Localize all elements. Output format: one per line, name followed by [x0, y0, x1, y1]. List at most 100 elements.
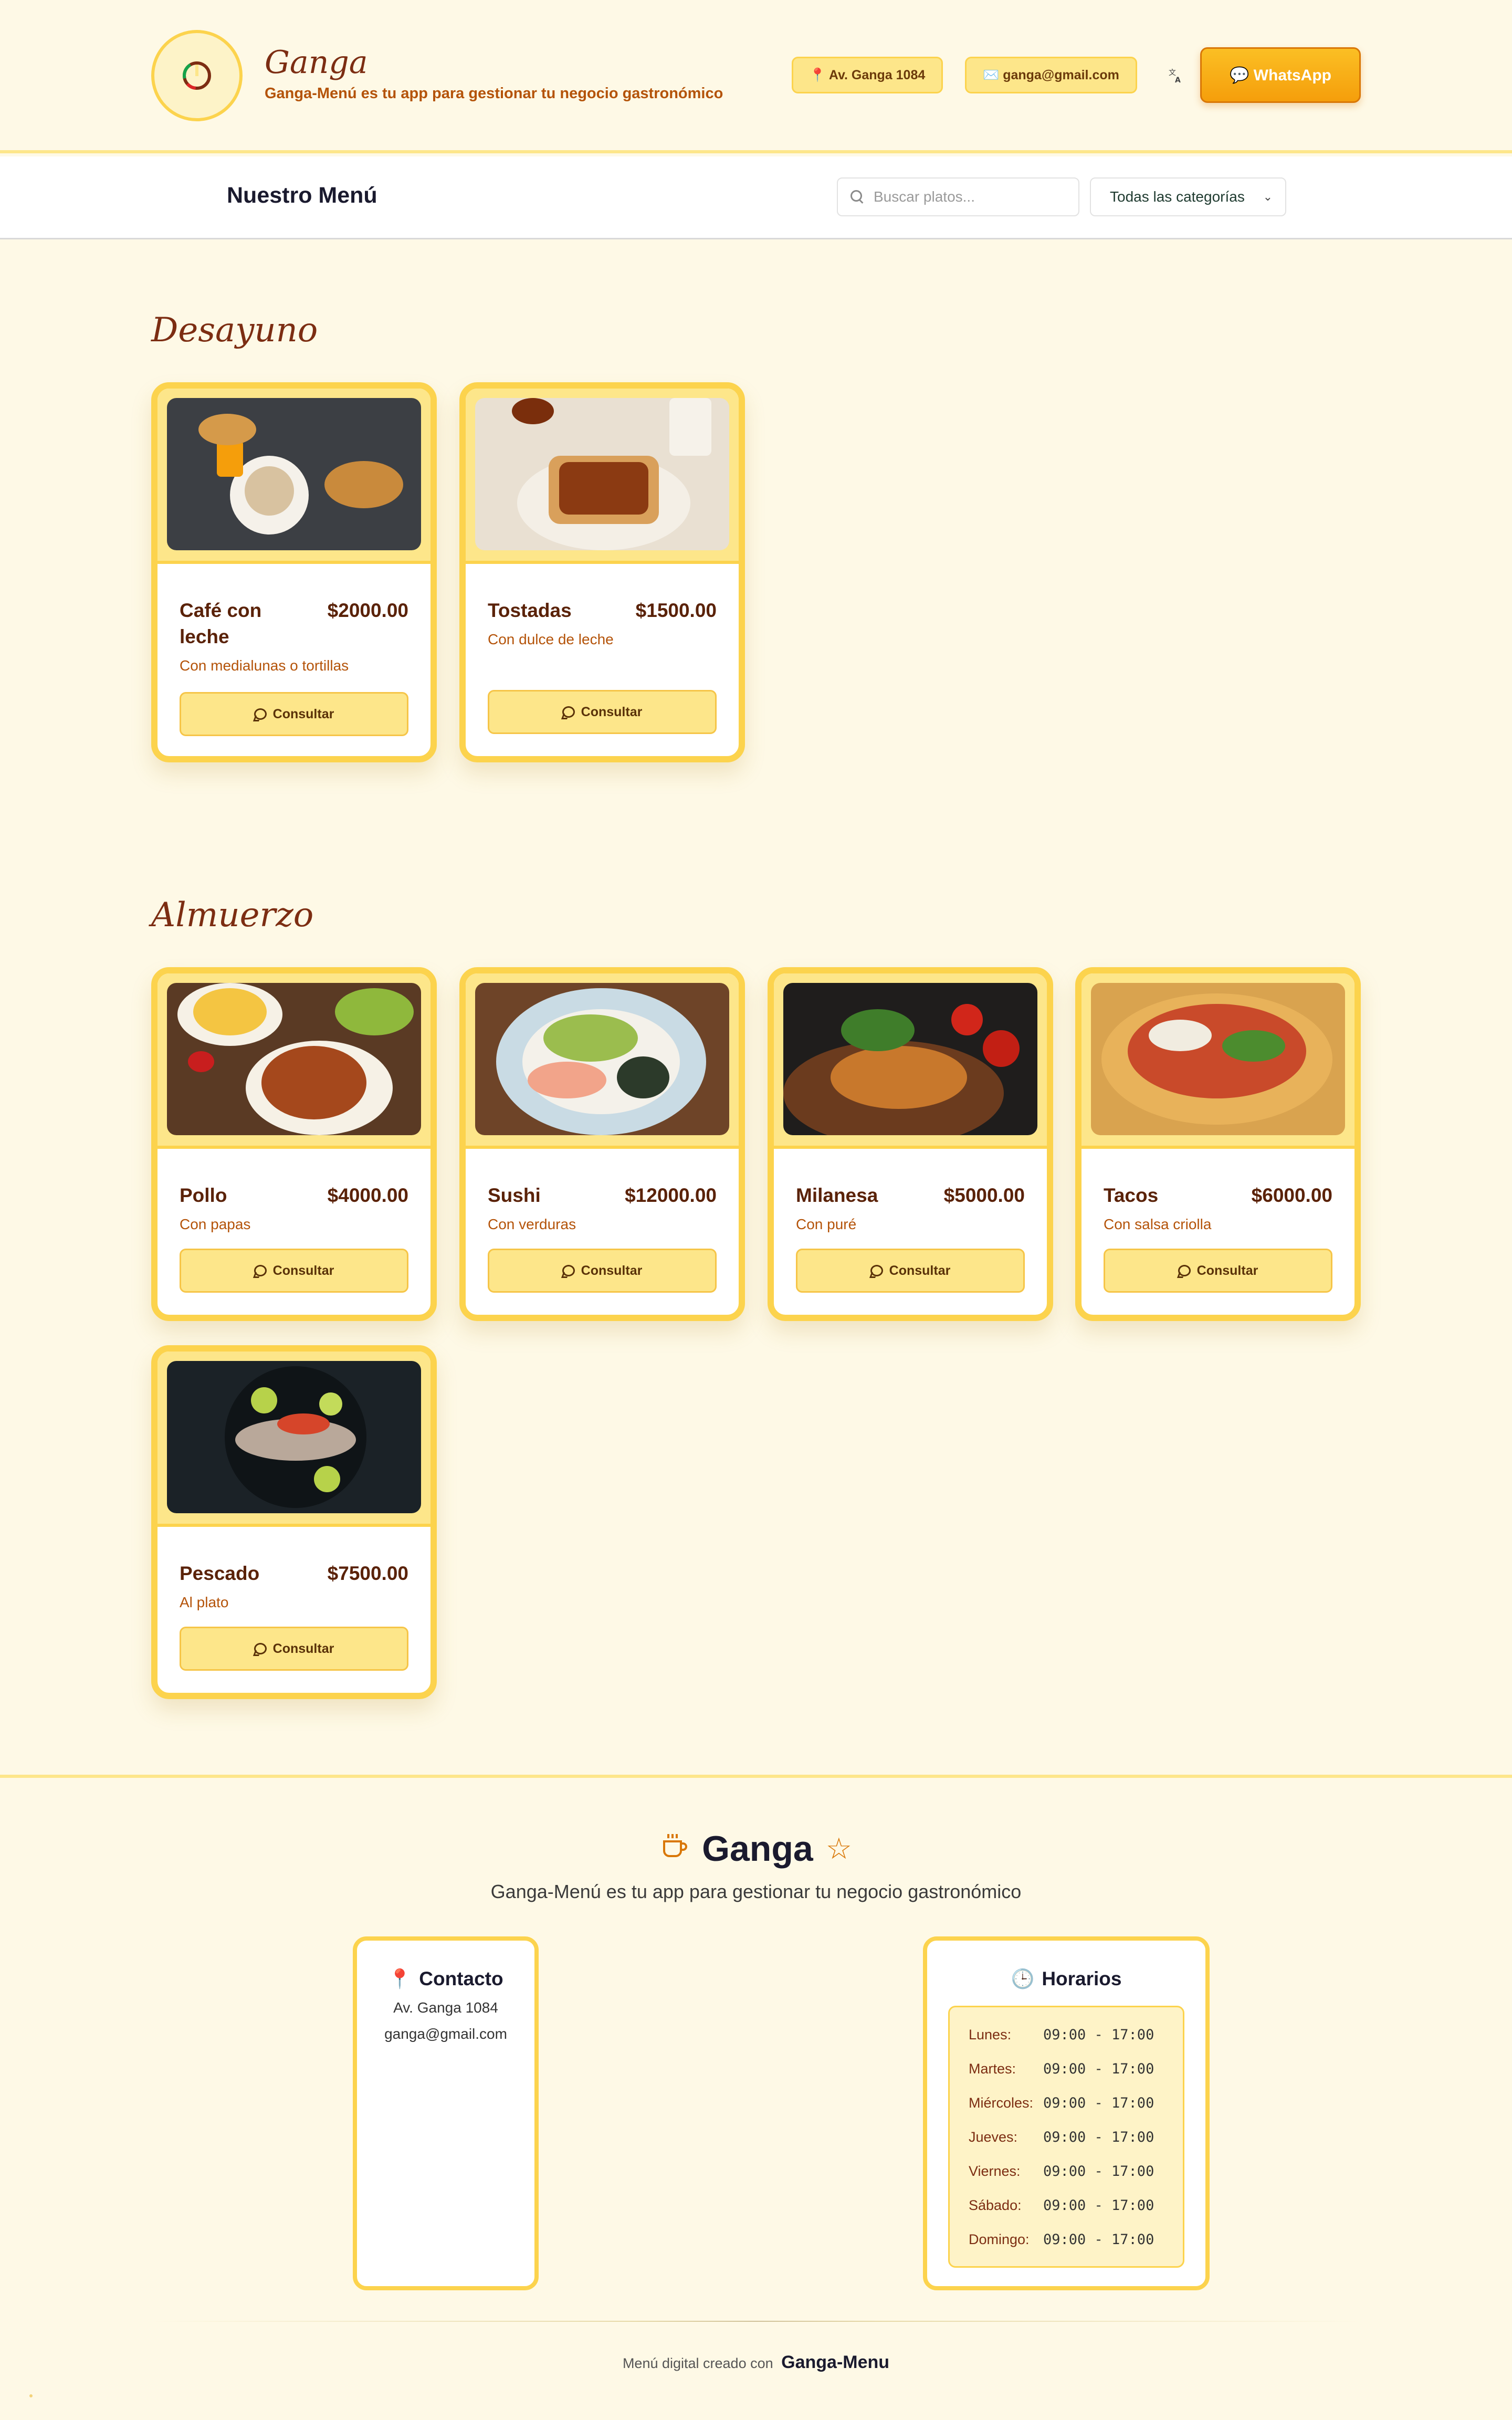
- dish-image-sushi: [475, 983, 729, 1135]
- dish-name: Tacos: [1104, 1185, 1159, 1206]
- consult-button[interactable]: Consultar: [488, 1249, 717, 1293]
- card-image-frame: [466, 973, 739, 1149]
- consult-button[interactable]: Consultar: [1104, 1249, 1332, 1293]
- dish-name: Pollo: [180, 1185, 227, 1206]
- chicken-illustration: [261, 1046, 366, 1119]
- chat-icon: [562, 1265, 575, 1276]
- card-body: Café con leche $2000.00 Con medialunas o…: [158, 598, 430, 736]
- chat-icon: [254, 1265, 267, 1276]
- translate-icon[interactable]: 文 A: [1167, 66, 1185, 85]
- card-body: Pescado $7500.00 Al plato Consultar: [158, 1560, 430, 1671]
- dulce-illustration: [559, 462, 648, 515]
- dish-name: Milanesa: [796, 1185, 878, 1206]
- search-input[interactable]: [874, 188, 1073, 205]
- contact-title-label: Contacto: [419, 1968, 503, 1989]
- svg-text:A: A: [1175, 76, 1181, 83]
- dish-price: $7500.00: [327, 1563, 408, 1584]
- card-head: Sushi $12000.00: [488, 1182, 717, 1209]
- logo-icon: [183, 61, 211, 90]
- dish-price: $1500.00: [635, 600, 717, 621]
- chevron-down-icon: ⌄: [1263, 190, 1273, 203]
- glass-illustration: [669, 398, 711, 456]
- dish-description: Con papas: [180, 1216, 251, 1232]
- lime-illustration: [319, 1392, 342, 1416]
- email-pill[interactable]: ✉️ ganga@gmail.com: [965, 57, 1137, 93]
- clock-icon: 🕒: [1011, 1968, 1035, 1989]
- hours-day: Lunes:: [969, 2027, 1012, 2042]
- footer-brand: Ganga ☆: [0, 1828, 1512, 1869]
- coffee-cup-glyph: [663, 1834, 688, 1857]
- consult-button[interactable]: Consultar: [180, 692, 408, 736]
- consult-button[interactable]: Consultar: [796, 1249, 1025, 1293]
- chat-icon: [254, 708, 267, 720]
- menu-card: Tacos $6000.00 Con salsa criolla Consult…: [1075, 967, 1361, 1321]
- brand-logo[interactable]: [151, 30, 243, 121]
- hours-card: 🕒 Horarios Lunes: 09:00 - 17:00 Martes: …: [923, 1936, 1210, 2290]
- cilantro-illustration: [1222, 1030, 1285, 1062]
- consult-button-label: Consultar: [272, 1263, 334, 1278]
- category-select[interactable]: Todas las categorías ⌄: [1090, 177, 1286, 216]
- card-body: Tacos $6000.00 Con salsa criolla Consult…: [1082, 1182, 1354, 1293]
- dish-price: $5000.00: [943, 1185, 1025, 1206]
- search-box[interactable]: [837, 177, 1079, 216]
- hours-time: 09:00 - 17:00: [1043, 2061, 1154, 2077]
- consult-button[interactable]: Consultar: [180, 1249, 408, 1293]
- jar-illustration: [512, 398, 554, 424]
- card-image-frame: [1082, 973, 1354, 1149]
- lime-illustration: [251, 1387, 277, 1413]
- whatsapp-button[interactable]: 💬 WhatsApp: [1200, 47, 1361, 103]
- consult-button-label: Consultar: [272, 706, 334, 721]
- tomato-illustration: [983, 1030, 1020, 1067]
- card-image-frame: [158, 973, 430, 1149]
- search-icon: [850, 190, 864, 204]
- chat-icon: [1178, 1265, 1191, 1276]
- croissant-illustration: [324, 461, 403, 508]
- section-title-almuerzo: Almuerzo: [151, 896, 314, 935]
- dish-image-tostadas: [475, 398, 729, 550]
- avocado-illustration: [543, 1014, 638, 1062]
- dish-image-pescado: [167, 1361, 421, 1513]
- dish-description: Con dulce de leche: [488, 631, 614, 647]
- juice-illustration: [217, 440, 243, 477]
- tomato-illustration: [951, 1004, 983, 1035]
- hours-day: Jueves:: [969, 2129, 1018, 2145]
- consult-button[interactable]: Consultar: [180, 1627, 408, 1671]
- card-head: Tacos $6000.00: [1104, 1182, 1332, 1209]
- contact-title: 📍 Contacto: [357, 1968, 534, 1990]
- star-icon: ☆: [825, 1832, 852, 1865]
- card-image-frame: [158, 389, 430, 564]
- hours-row: Sábado: 09:00 - 17:00: [969, 2188, 1164, 2223]
- dish-description: Con puré: [796, 1216, 857, 1232]
- consult-button-label: Consultar: [581, 1263, 643, 1278]
- onion-illustration: [1149, 1020, 1212, 1051]
- hours-time: 09:00 - 17:00: [1043, 2129, 1154, 2145]
- address-pill[interactable]: 📍 Av. Ganga 1084: [792, 57, 943, 93]
- hours-day: Domingo:: [969, 2232, 1030, 2247]
- consult-button[interactable]: Consultar: [488, 690, 717, 734]
- pastry-illustration: [198, 414, 256, 445]
- dish-description: Al plato: [180, 1594, 229, 1610]
- credit-brand-link[interactable]: Ganga-Menu: [781, 2352, 889, 2372]
- card-body: Sushi $12000.00 Con verduras Consultar: [466, 1182, 739, 1293]
- dish-image-cafe-con-leche: [167, 398, 421, 550]
- brand-name: Ganga: [265, 44, 368, 81]
- footer-tagline: Ganga-Menú es tu app para gestionar tu n…: [490, 1881, 1022, 1902]
- hours-day: Sábado:: [969, 2197, 1022, 2213]
- hours-title-label: Horarios: [1042, 1968, 1122, 1989]
- coffee-illustration: [245, 466, 294, 516]
- dish-image-milanesa: [783, 983, 1037, 1135]
- footer-brand-name: Ganga: [702, 1829, 813, 1869]
- hours-table: Lunes: 09:00 - 17:00 Martes: 09:00 - 17:…: [948, 2006, 1184, 2268]
- card-image-frame: [158, 1352, 430, 1527]
- dish-description: Con salsa criolla: [1104, 1216, 1212, 1232]
- hours-time: 09:00 - 17:00: [1043, 2197, 1154, 2214]
- menu-card: Pollo $4000.00 Con papas Consultar: [151, 967, 437, 1321]
- dish-description: Con verduras: [488, 1216, 576, 1232]
- dish-image-pollo: [167, 983, 421, 1135]
- contact-email[interactable]: ganga@gmail.com: [357, 2026, 534, 2042]
- map-pin-icon: 📍: [388, 1968, 412, 1989]
- footer-credit: Menú digital creado con Ganga-Menu: [0, 2352, 1512, 2373]
- section-title-desayuno: Desayuno: [151, 311, 318, 350]
- brand-tagline: Ganga-Menú es tu app para gestionar tu n…: [265, 85, 723, 102]
- hours-row: Miércoles: 09:00 - 17:00: [969, 2086, 1164, 2120]
